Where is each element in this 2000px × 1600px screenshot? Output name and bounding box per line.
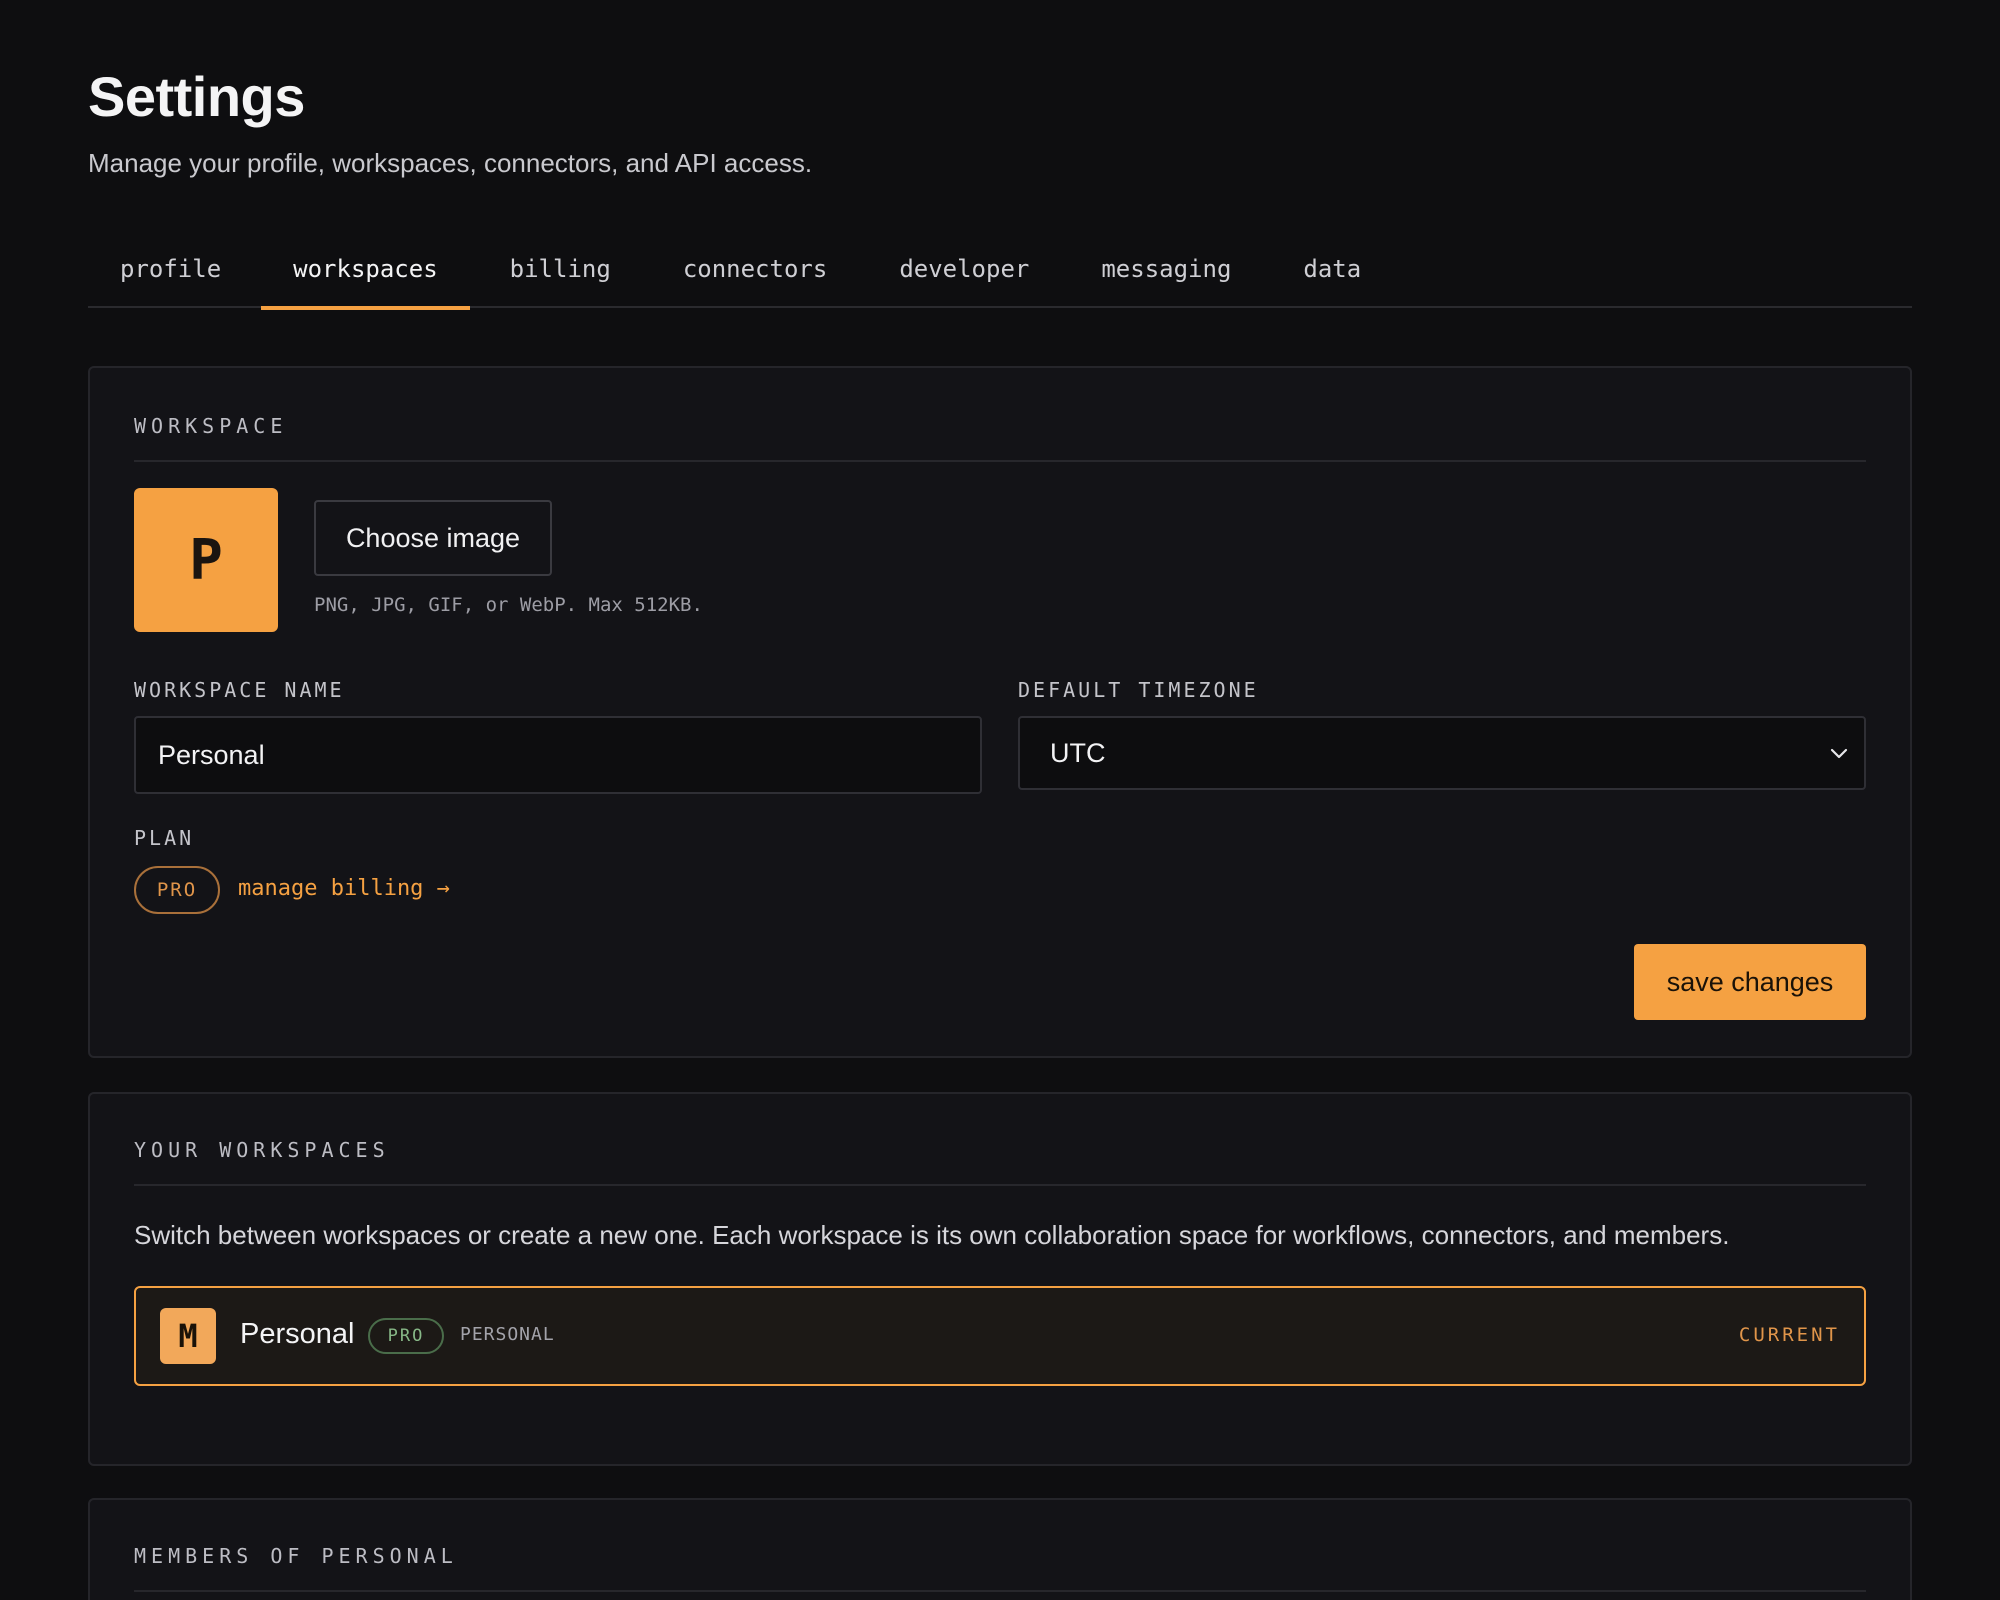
workspace-avatar-letter: P: [189, 527, 223, 593]
workspace-list-item[interactable]: M Personal PRO PERSONAL CURRENT: [134, 1286, 1866, 1386]
plan-badge: PRO: [134, 866, 220, 914]
section-divider: [134, 1590, 1866, 1592]
manage-billing-link[interactable]: manage billing →: [238, 876, 450, 901]
plan-label: PLAN: [134, 826, 195, 850]
save-changes-button[interactable]: save changes: [1634, 944, 1866, 1020]
members-card: MEMBERS OF PERSONAL: [88, 1498, 1912, 1600]
timezone-value: UTC: [1050, 737, 1106, 768]
your-workspaces-section-label: YOUR WORKSPACES: [134, 1138, 390, 1162]
settings-page: Settings Manage your profile, workspaces…: [0, 0, 2000, 1600]
your-workspaces-description: Switch between workspaces or create a ne…: [134, 1220, 1730, 1250]
tab-data[interactable]: data: [1271, 236, 1393, 308]
section-divider: [134, 460, 1866, 462]
section-divider: [134, 1184, 1866, 1186]
tab-billing[interactable]: billing: [478, 236, 643, 308]
page-title: Settings: [88, 65, 305, 128]
settings-tabs: profile workspaces billing connectors de…: [88, 236, 1912, 310]
members-section-label: MEMBERS OF PERSONAL: [134, 1544, 458, 1568]
default-timezone-label: DEFAULT TIMEZONE: [1018, 678, 1259, 702]
chevron-down-icon: [1830, 748, 1848, 759]
workspace-item-current-badge: CURRENT: [1738, 1324, 1840, 1346]
workspace-section-label: WORKSPACE: [134, 414, 288, 438]
tab-messaging[interactable]: messaging: [1069, 236, 1263, 308]
workspace-item-avatar-letter: M: [178, 1317, 198, 1355]
workspace-item-avatar: M: [160, 1308, 216, 1364]
tab-profile[interactable]: profile: [88, 236, 253, 308]
workspace-card: WORKSPACE P Choose image PNG, JPG, GIF, …: [88, 366, 1912, 1058]
workspace-name-input[interactable]: Personal: [134, 716, 982, 794]
workspace-name-label: WORKSPACE NAME: [134, 678, 345, 702]
workspace-item-type: PERSONAL: [460, 1324, 555, 1345]
workspace-item-plan-badge: PRO: [368, 1318, 444, 1354]
choose-image-button[interactable]: Choose image: [314, 500, 552, 576]
timezone-select[interactable]: UTC: [1018, 716, 1866, 790]
tab-workspaces[interactable]: workspaces: [261, 236, 470, 310]
page-subtitle: Manage your profile, workspaces, connect…: [88, 148, 813, 178]
workspace-avatar: P: [134, 488, 278, 632]
your-workspaces-card: YOUR WORKSPACES Switch between workspace…: [88, 1092, 1912, 1466]
tab-developer[interactable]: developer: [867, 236, 1061, 308]
tab-connectors[interactable]: connectors: [651, 236, 860, 308]
image-hint: PNG, JPG, GIF, or WebP. Max 512KB.: [314, 594, 703, 616]
workspace-name-value: Personal: [158, 739, 265, 770]
workspace-item-name: Personal: [240, 1318, 355, 1350]
